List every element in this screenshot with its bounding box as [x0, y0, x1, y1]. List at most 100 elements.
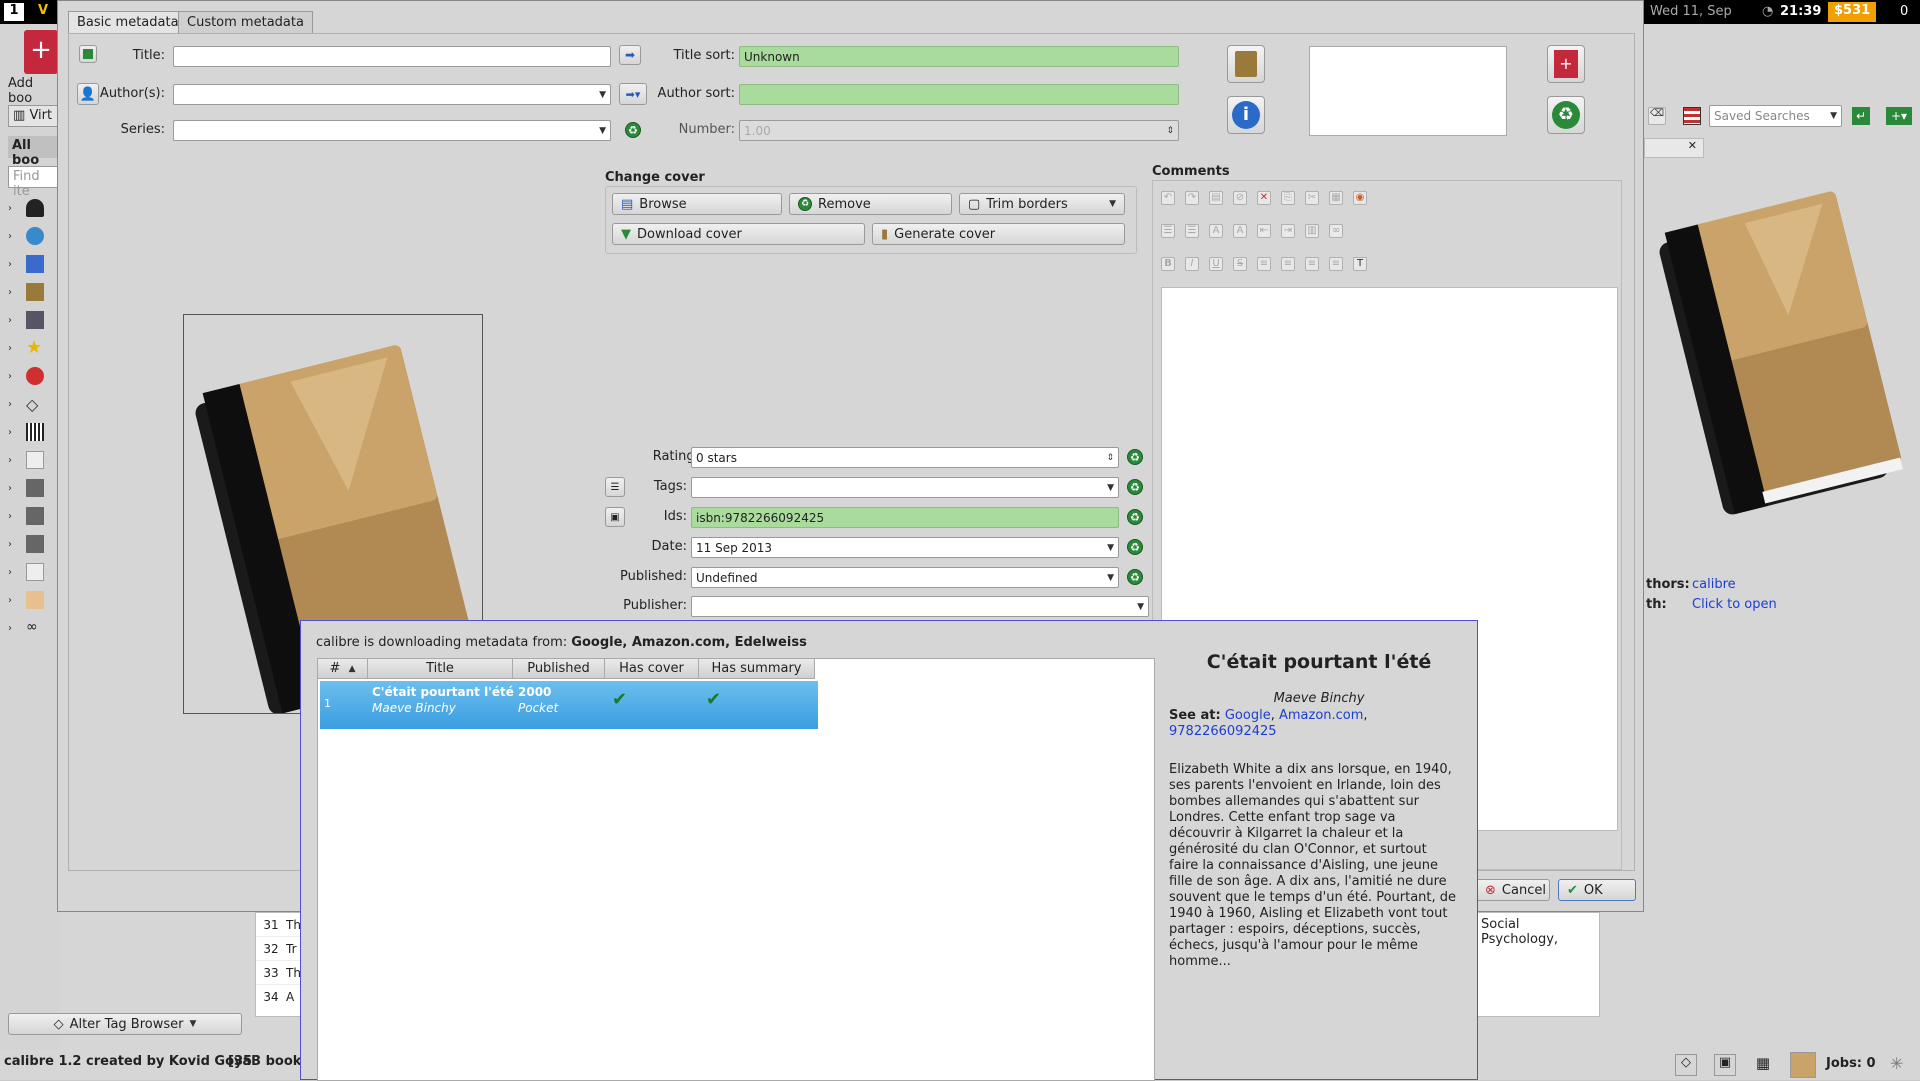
- title-input[interactable]: [173, 46, 611, 67]
- manage-authors-button[interactable]: 👤: [77, 83, 99, 105]
- subscript-icon[interactable]: A: [1233, 224, 1247, 238]
- expand-arrow-icon[interactable]: ›: [8, 287, 12, 298]
- align-left-icon[interactable]: ≡: [1257, 257, 1271, 271]
- download-metadata-format-button[interactable]: [1227, 45, 1265, 83]
- strikethrough-icon[interactable]: S: [1233, 257, 1247, 271]
- find-item-input[interactable]: Find ite: [8, 166, 60, 199]
- add-books-label[interactable]: Add boo: [8, 76, 60, 106]
- rating-spinner[interactable]: 0 stars ⇕: [691, 447, 1119, 468]
- copy-icon[interactable]: ⎘: [1281, 191, 1295, 205]
- title-case-button[interactable]: [79, 45, 97, 63]
- tags-combo[interactable]: ▼: [691, 477, 1119, 498]
- expand-arrow-icon[interactable]: ›: [8, 455, 12, 466]
- cut-icon[interactable]: ✂: [1305, 191, 1319, 205]
- undo-icon[interactable]: ↶: [1161, 191, 1175, 205]
- tag-row-custom2[interactable]: ›: [8, 476, 58, 500]
- clear-series-icon[interactable]: ♻: [625, 122, 641, 138]
- underline-icon[interactable]: U: [1209, 257, 1223, 271]
- clear-search-button[interactable]: ⌫: [1648, 105, 1668, 127]
- author-sort-input[interactable]: [739, 84, 1179, 105]
- save-search-icon[interactable]: ↵: [1852, 107, 1870, 125]
- paste-icon[interactable]: ▦: [1329, 191, 1343, 205]
- clear-date-icon[interactable]: ♻: [1127, 539, 1143, 555]
- clear-icon[interactable]: ✕: [1257, 191, 1271, 205]
- generate-cover-button[interactable]: ▮ Generate cover: [872, 223, 1125, 245]
- expand-arrow-icon[interactable]: ›: [8, 623, 12, 634]
- ok-button[interactable]: ✔ OK: [1558, 879, 1636, 901]
- tag-row-custom6[interactable]: ›: [8, 588, 58, 612]
- tag-row-tags[interactable]: › ◇: [8, 392, 58, 416]
- clear-tags-icon[interactable]: ♻: [1127, 479, 1143, 495]
- author-sort-copy-button[interactable]: ➡▾: [619, 83, 647, 105]
- title-sort-input[interactable]: Unknown: [739, 46, 1179, 67]
- expand-arrow-icon[interactable]: ›: [8, 539, 12, 550]
- browse-button[interactable]: ▤ Browse: [612, 193, 782, 215]
- tag-row-search[interactable]: › ∞: [8, 616, 58, 640]
- saved-searches-combo[interactable]: Saved Searches ▼: [1709, 105, 1842, 127]
- heading-icon[interactable]: ▥: [1305, 224, 1319, 238]
- clear-ids-icon[interactable]: ♻: [1127, 509, 1143, 525]
- tag-row-custom1[interactable]: ›: [8, 448, 58, 472]
- tag-row-authors[interactable]: ›: [8, 196, 58, 220]
- expand-arrow-icon[interactable]: ›: [8, 427, 12, 438]
- outdent-icon[interactable]: ⇤: [1257, 224, 1271, 238]
- column-header-published[interactable]: Published: [513, 659, 605, 679]
- superscript-icon[interactable]: A: [1209, 224, 1223, 238]
- all-books-tab[interactable]: All boo: [8, 136, 60, 168]
- series-combo[interactable]: ▼: [173, 120, 611, 141]
- tag-row-series[interactable]: ›: [8, 252, 58, 276]
- link-isbn[interactable]: 9782266092425: [1169, 724, 1277, 739]
- add-search-icon[interactable]: +▾: [1886, 107, 1912, 125]
- tag-row-custom3[interactable]: ›: [8, 504, 58, 528]
- redo-icon[interactable]: ↷: [1185, 191, 1199, 205]
- select-all-icon[interactable]: ▤: [1209, 191, 1223, 205]
- add-format-button[interactable]: +: [1547, 45, 1585, 83]
- link-amazon[interactable]: Amazon.com: [1279, 708, 1363, 723]
- tag-row-news[interactable]: ›: [8, 364, 58, 388]
- format-preview-box[interactable]: [1309, 46, 1507, 136]
- expand-arrow-icon[interactable]: ›: [8, 371, 12, 382]
- clear-published-icon[interactable]: ♻: [1127, 569, 1143, 585]
- virtual-library-button[interactable]: ▥ Virt: [8, 105, 60, 127]
- workspace-indicator[interactable]: 1: [4, 3, 24, 21]
- tag-row-custom4[interactable]: ›: [8, 532, 58, 556]
- highlight-toggle-icon[interactable]: [1683, 107, 1701, 125]
- cover-flow-toggle-icon[interactable]: ▣: [1714, 1054, 1736, 1076]
- numbered-list-icon[interactable]: ☰: [1185, 224, 1199, 238]
- tag-browser-toggle-icon[interactable]: ◇: [1675, 1054, 1697, 1076]
- grid-view-icon[interactable]: ▦: [1752, 1054, 1774, 1076]
- expand-arrow-icon[interactable]: ›: [8, 567, 12, 578]
- expand-arrow-icon[interactable]: ›: [8, 483, 12, 494]
- add-book-icon[interactable]: +: [24, 30, 58, 74]
- expand-arrow-icon[interactable]: ›: [8, 399, 12, 410]
- remove-cover-button[interactable]: ♻ Remove: [789, 193, 952, 215]
- publisher-combo[interactable]: ▼: [691, 596, 1149, 617]
- color-icon[interactable]: ◉: [1353, 191, 1367, 205]
- expand-arrow-icon[interactable]: ›: [8, 259, 12, 270]
- table-row[interactable]: 1 C'était pourtant l'été Maeve Binchy 20…: [320, 681, 818, 729]
- tab-custom-metadata[interactable]: Custom metadata: [178, 11, 313, 33]
- ids-input[interactable]: isbn:9782266092425: [691, 507, 1119, 528]
- book-cover-preview[interactable]: [1640, 180, 1910, 550]
- column-header-has-cover[interactable]: Has cover: [605, 659, 699, 679]
- link-icon[interactable]: ∞: [1329, 224, 1343, 238]
- cancel-button[interactable]: ⊗ Cancel: [1476, 879, 1550, 901]
- italic-icon[interactable]: I: [1185, 257, 1199, 271]
- expand-arrow-icon[interactable]: ›: [8, 343, 12, 354]
- bold-icon[interactable]: B: [1161, 257, 1175, 271]
- expand-arrow-icon[interactable]: ›: [8, 315, 12, 326]
- details-authors-link[interactable]: calibre: [1692, 577, 1736, 592]
- date-picker[interactable]: 11 Sep 2013 ▼: [691, 537, 1119, 558]
- published-picker[interactable]: Undefined ▼: [691, 567, 1119, 588]
- tag-row-rating[interactable]: › ★: [8, 336, 58, 360]
- expand-arrow-icon[interactable]: ›: [8, 231, 12, 242]
- swap-title-author-button[interactable]: ➡: [619, 45, 641, 65]
- authors-combo[interactable]: ▼: [173, 84, 611, 105]
- download-cover-button[interactable]: ▼ Download cover: [612, 223, 865, 245]
- remove-format-button[interactable]: ♻: [1547, 96, 1585, 134]
- tag-row-publishers[interactable]: ›: [8, 308, 58, 332]
- edit-tags-button[interactable]: ☰: [605, 477, 625, 497]
- link-google[interactable]: Google: [1225, 708, 1271, 723]
- jobs-text[interactable]: Jobs: 0: [1826, 1056, 1876, 1071]
- alter-tag-browser-button[interactable]: ◇ Alter Tag Browser ▼: [8, 1013, 242, 1035]
